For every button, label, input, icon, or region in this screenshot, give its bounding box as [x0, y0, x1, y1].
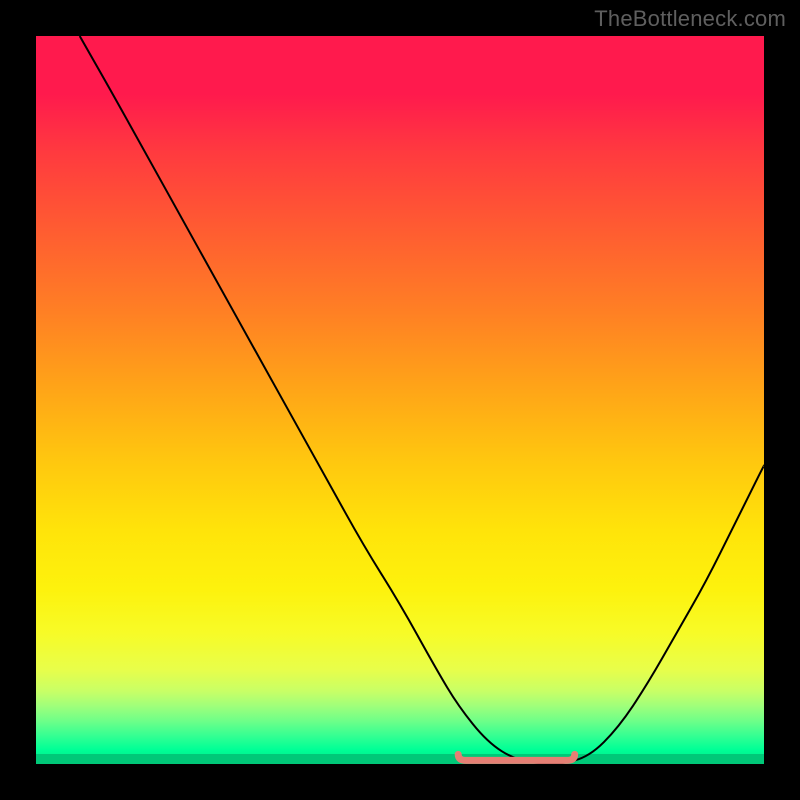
chart-svg [36, 36, 764, 764]
plot-area [36, 36, 764, 764]
bottleneck-curve [80, 36, 764, 764]
optimal-marker [458, 754, 575, 760]
watermark-text: TheBottleneck.com [594, 6, 786, 32]
chart-frame: TheBottleneck.com [0, 0, 800, 800]
